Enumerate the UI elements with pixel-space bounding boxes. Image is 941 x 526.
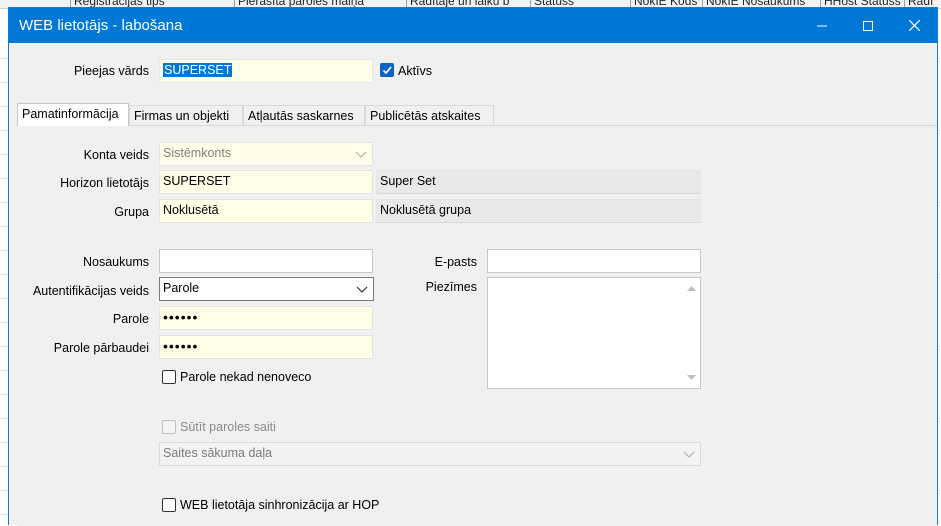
- horizon-user-code-value: SUPERSET: [163, 174, 231, 188]
- username-label: Pieejas vārds: [73, 64, 149, 78]
- auth-type-label: Autentifikācijas veids: [32, 284, 149, 298]
- send-link-checkbox: [162, 420, 176, 434]
- tab-allowed-interfaces[interactable]: Atļautās saskarnes: [243, 105, 365, 125]
- group-name-field: Noklusētā grupa: [376, 199, 701, 223]
- group-code-input[interactable]: Noklusētā: [159, 199, 373, 223]
- chevron-down-icon: [355, 151, 367, 158]
- title-bar[interactable]: WEB lietotājs - labošana: [9, 8, 937, 43]
- horizon-user-name-value: Super Set: [380, 174, 436, 188]
- scroll-up-icon[interactable]: [683, 280, 700, 297]
- notes-textarea[interactable]: [487, 277, 701, 389]
- close-button[interactable]: [891, 8, 937, 43]
- password-confirm-input[interactable]: ••••••: [159, 335, 373, 359]
- minimize-button[interactable]: [799, 8, 845, 43]
- password-confirm-value: ••••••: [163, 338, 199, 354]
- notes-scrollbar[interactable]: [683, 278, 700, 388]
- username-value: SUPERSET: [163, 63, 233, 77]
- email-input[interactable]: [487, 249, 701, 273]
- name-input[interactable]: [159, 249, 373, 273]
- group-label: Grupa: [114, 205, 149, 219]
- chevron-down-icon: [683, 451, 695, 458]
- group-code-value: Noklusētā: [163, 203, 219, 217]
- auth-type-value: Parole: [163, 281, 200, 295]
- maximize-icon: [863, 20, 873, 31]
- never-expire-label: Parole nekad nenoveco: [180, 370, 312, 384]
- active-checkbox[interactable]: [380, 63, 394, 77]
- maximize-button[interactable]: [845, 8, 891, 43]
- start-page-placeholder: Saites sākuma daļa: [163, 446, 273, 460]
- email-label: E-pasts: [434, 255, 477, 269]
- password-input[interactable]: ••••••: [159, 306, 373, 330]
- horizon-user-label: Horizon lietotājs: [60, 176, 149, 190]
- tab-firms-objects[interactable]: Firmas un objekti: [129, 105, 243, 125]
- group-name-value: Noklusētā grupa: [380, 203, 472, 217]
- horizon-user-name-field: Super Set: [376, 170, 701, 194]
- scroll-down-icon[interactable]: [683, 369, 700, 386]
- horizon-user-code-input[interactable]: SUPERSET: [159, 170, 373, 194]
- username-input[interactable]: SUPERSET: [159, 59, 373, 83]
- password-confirm-label: Parole pārbaudei: [53, 341, 149, 355]
- sync-hop-label: WEB lietotāja sinhronizācija ar HOP: [180, 498, 380, 512]
- notes-label: Piezīmes: [425, 280, 477, 294]
- sync-hop-checkbox[interactable]: [162, 498, 176, 512]
- auth-type-select[interactable]: Parole: [159, 277, 374, 301]
- chevron-down-icon: [356, 286, 368, 293]
- never-expire-checkbox[interactable]: [162, 370, 176, 384]
- minimize-icon: [817, 25, 827, 26]
- checkmark-icon: [382, 66, 392, 75]
- account-type-value: Sistēmkonts: [163, 146, 232, 160]
- edit-user-dialog: WEB lietotājs - labošana Pieejas vārds S…: [8, 7, 938, 526]
- tab-published-reports[interactable]: Publicētās atskaites: [365, 105, 494, 125]
- tab-basic-info[interactable]: Pamatinformācija: [17, 103, 129, 126]
- window-title: WEB lietotājs - labošana: [19, 17, 183, 34]
- account-type-label: Konta veids: [83, 148, 149, 162]
- name-label: Nosaukums: [83, 255, 149, 269]
- start-page-select: Saites sākuma daļa: [159, 442, 701, 466]
- active-label: Aktīvs: [398, 64, 433, 78]
- account-type-select: Sistēmkonts: [159, 142, 373, 166]
- password-label: Parole: [112, 312, 149, 326]
- close-icon: [908, 20, 920, 31]
- send-link-label: Sūtīt paroles saiti: [180, 420, 276, 434]
- password-value: ••••••: [163, 309, 199, 325]
